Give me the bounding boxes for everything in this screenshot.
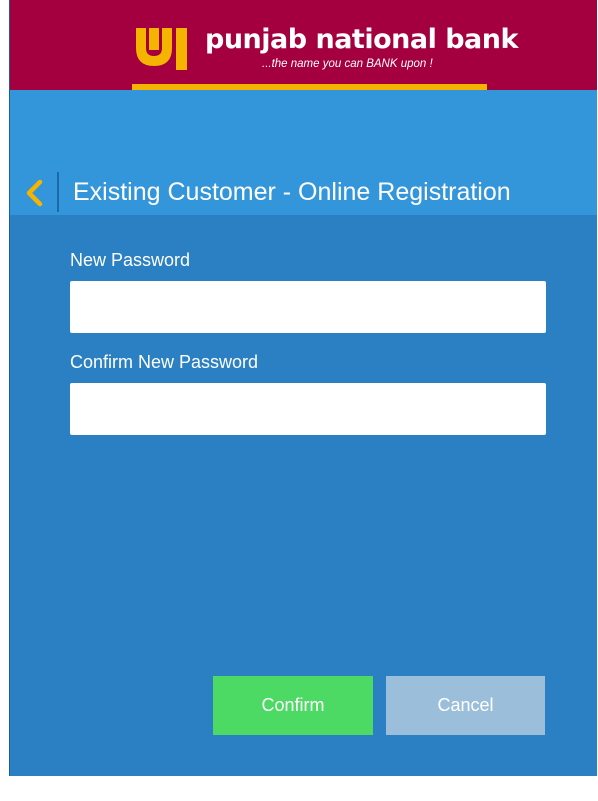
title-bar: Existing Customer - Online Registration bbox=[10, 170, 597, 215]
new-password-label: New Password bbox=[70, 250, 191, 270]
brand-tagline: ...the name you can BANK upon ! bbox=[262, 58, 433, 70]
brand-name: punjab national bank bbox=[205, 24, 518, 55]
chevron-left-icon bbox=[26, 179, 43, 207]
page-title: Existing Customer - Online Registration bbox=[73, 178, 511, 206]
confirm-password-input[interactable] bbox=[70, 383, 546, 435]
new-password-input[interactable] bbox=[70, 281, 546, 333]
confirm-button[interactable]: Confirm bbox=[213, 676, 373, 735]
brand-header: punjab national bank ...the name you can… bbox=[10, 0, 597, 90]
confirm-password-label: Confirm New Password bbox=[70, 352, 259, 372]
back-button[interactable] bbox=[20, 174, 50, 212]
cancel-button[interactable]: Cancel bbox=[386, 676, 545, 735]
pnb-logo bbox=[136, 28, 187, 70]
app-screen: punjab national bank ...the name you can… bbox=[9, 0, 597, 776]
title-divider bbox=[57, 172, 59, 212]
